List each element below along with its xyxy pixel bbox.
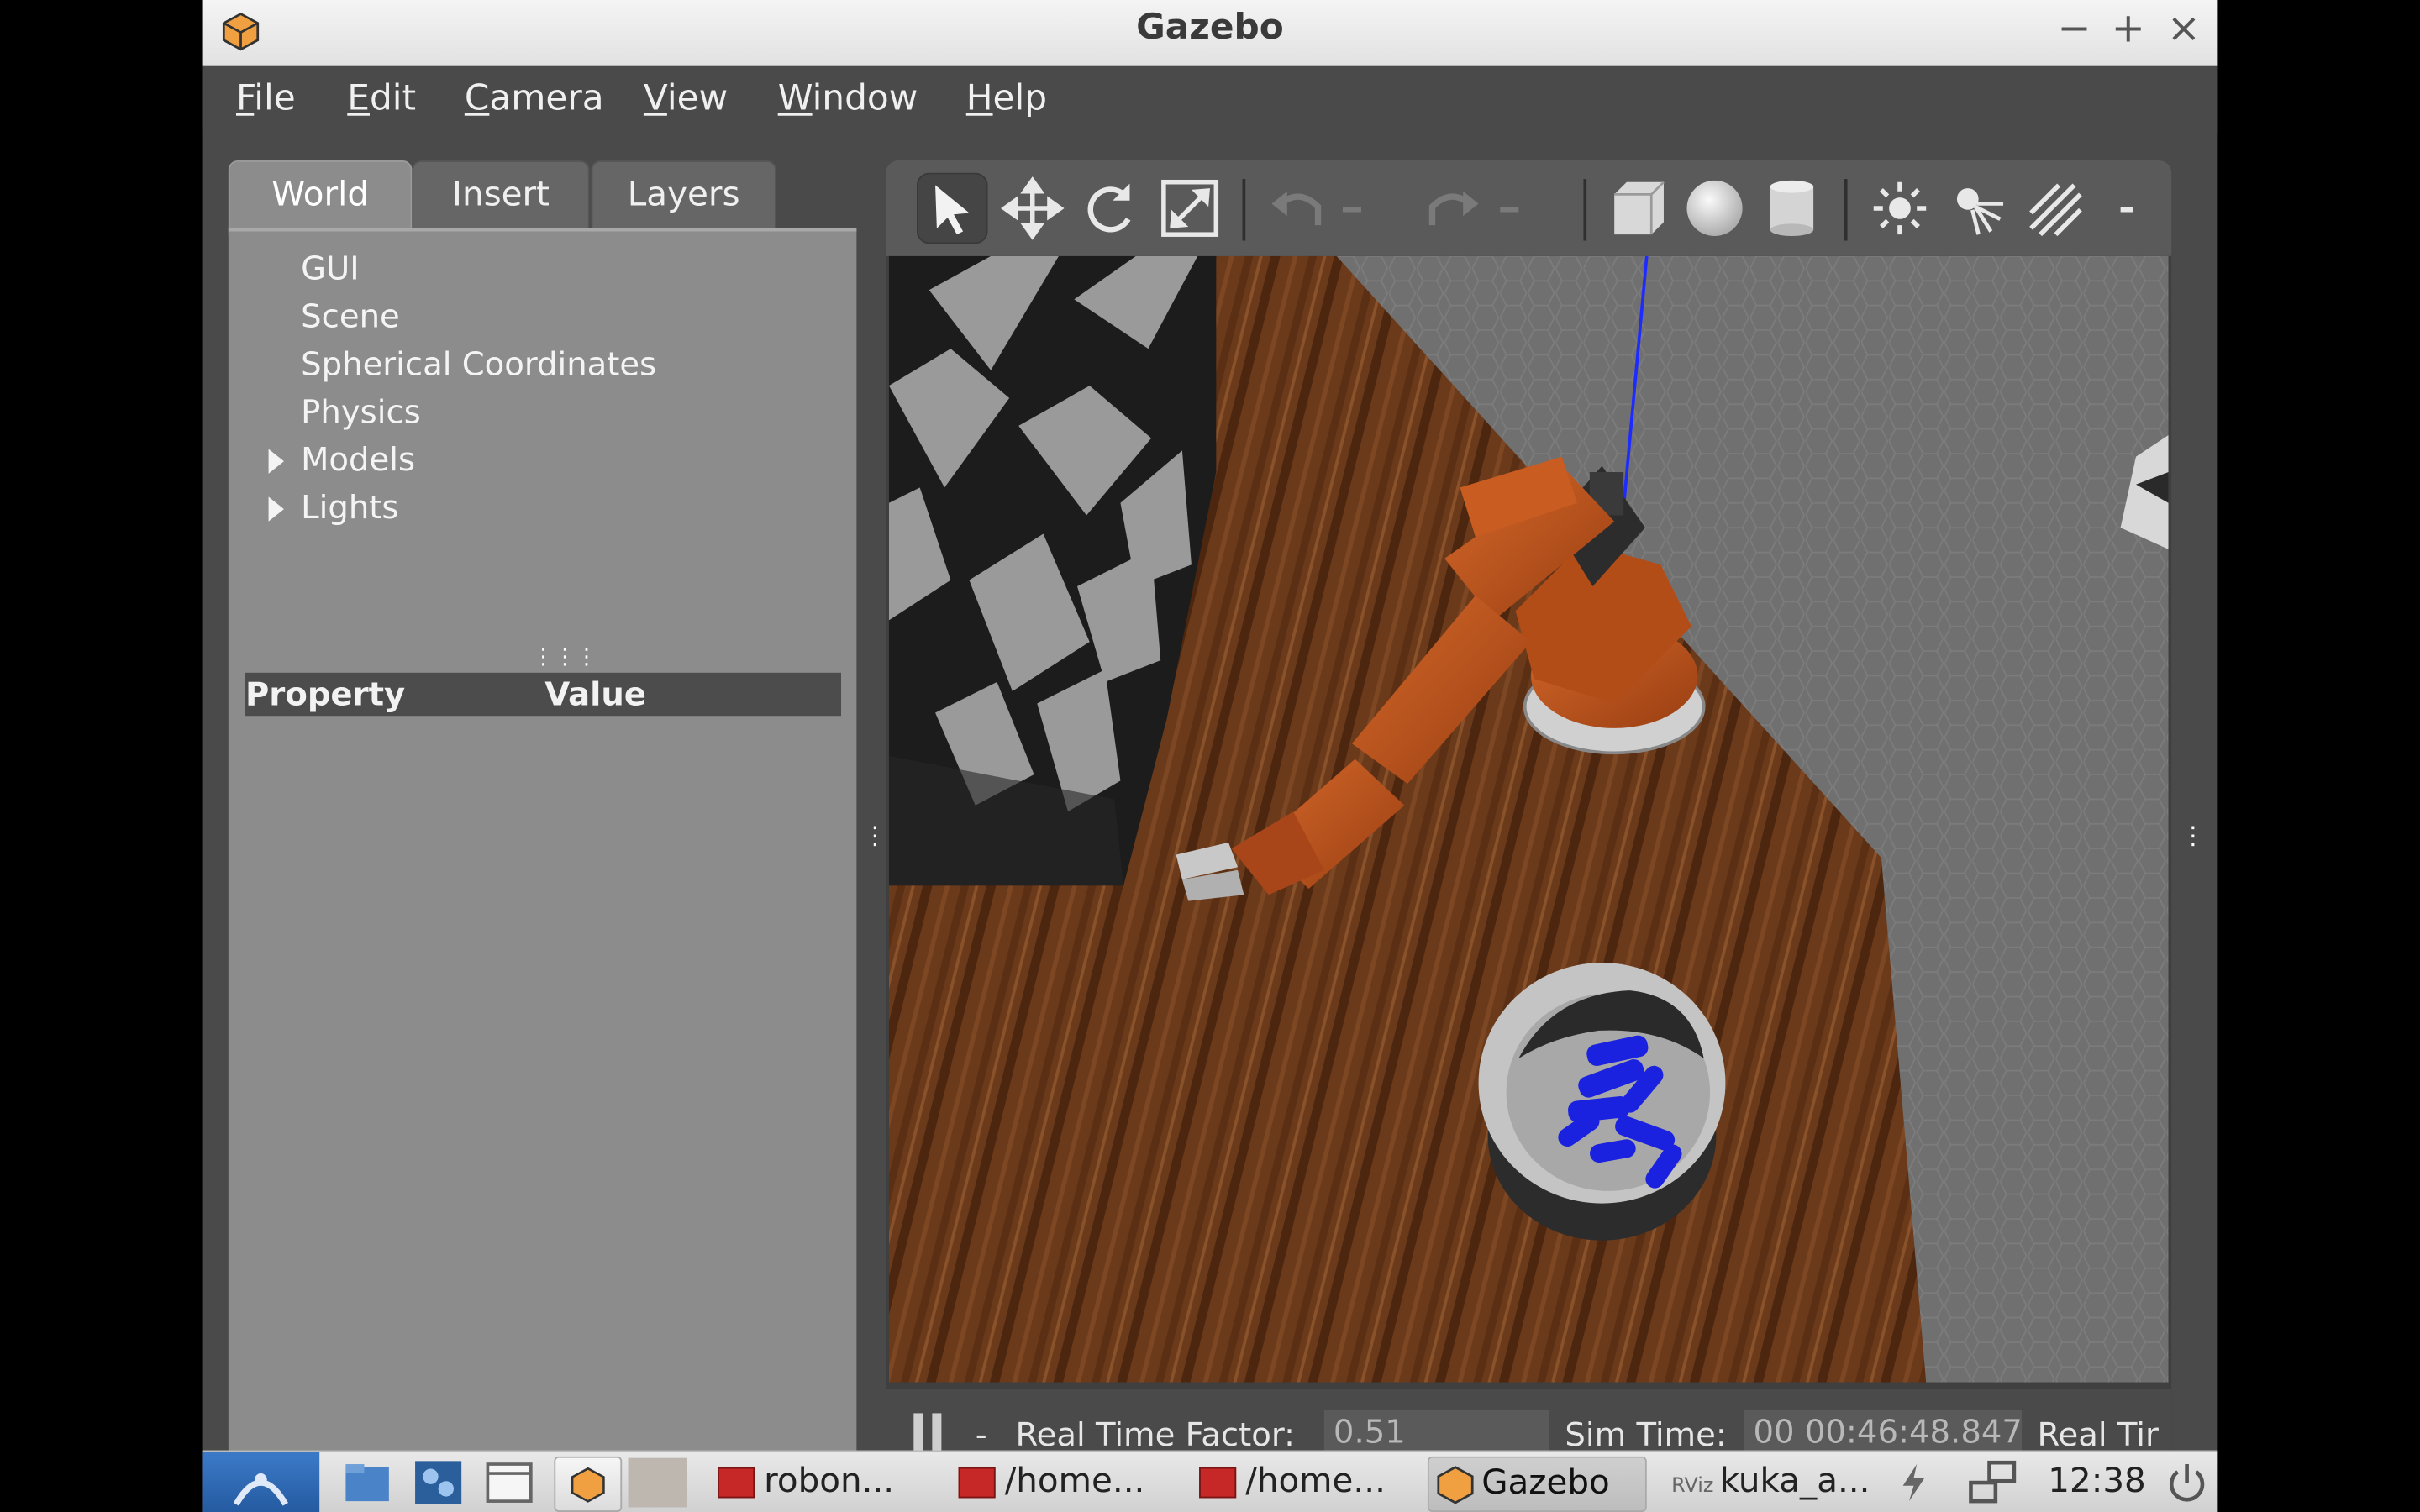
taskbar-item-label: /home...: [1245, 1462, 1386, 1502]
right-splitter-handle[interactable]: ⋮: [2181, 821, 2205, 850]
scale-icon[interactable]: [1155, 173, 1225, 244]
start-menu-button[interactable]: [202, 1452, 320, 1512]
menu-bar: File Edit Camera View Window Help: [202, 66, 2218, 134]
menu-file-label: ile: [254, 78, 296, 119]
taskbar: robon... /home... /home... Gazebo RViz ku…: [202, 1450, 2218, 1512]
undo-icon[interactable]: [1262, 173, 1333, 244]
real-time-label: Real Tir: [2037, 1416, 2159, 1454]
rviz-icon: RViz: [1671, 1474, 1714, 1499]
taskbar-item-label: Gazebo: [1481, 1464, 1610, 1503]
expand-lights-icon[interactable]: [268, 496, 284, 522]
tree-item-physics[interactable]: Physics: [301, 393, 421, 430]
network-status-icon[interactable]: [1965, 1458, 2020, 1508]
menu-view[interactable]: View: [644, 79, 728, 119]
rtf-value: 0.51: [1323, 1410, 1550, 1454]
tab-world[interactable]: World: [228, 160, 413, 237]
tree-item-scene[interactable]: Scene: [301, 297, 400, 334]
power-off-icon[interactable]: [2165, 1461, 2208, 1504]
expand-models-icon[interactable]: [268, 449, 284, 474]
world-panel: GUI Scene Spherical Coordinates Physics …: [228, 228, 857, 1466]
box-shape-icon[interactable]: [1602, 173, 1672, 244]
empty-launcher-slot[interactable]: [628, 1457, 687, 1508]
taskbar-item-kuka[interactable]: RViz kuka_a...: [1671, 1457, 1870, 1509]
redo-icon[interactable]: [1417, 173, 1487, 244]
menu-edit-label: dit: [369, 78, 417, 119]
redo-dropdown-icon[interactable]: [1491, 173, 1528, 244]
point-light-icon[interactable]: [1865, 173, 1935, 244]
scene-render[interactable]: [888, 255, 2169, 1383]
file-manager-icon[interactable]: [341, 1458, 393, 1508]
taskbar-item-label: /home...: [1004, 1462, 1145, 1502]
window-title: Gazebo: [1136, 8, 1284, 48]
tab-insert[interactable]: Insert: [412, 160, 590, 232]
bin-with-cylinders[interactable]: [1478, 963, 1726, 1241]
show-desktop-icon[interactable]: [483, 1458, 535, 1508]
undo-dropdown-icon[interactable]: [1334, 173, 1370, 244]
menu-help[interactable]: Help: [966, 79, 1047, 119]
menu-window-mnemonic: W: [777, 78, 813, 119]
menu-file[interactable]: File: [236, 79, 296, 119]
taskbar-item-home-1[interactable]: /home...: [958, 1457, 1145, 1509]
pinned-gazebo-launcher[interactable]: [554, 1456, 623, 1512]
rtf-label: Real Time Factor:: [1015, 1416, 1296, 1454]
clock[interactable]: 12:38: [2048, 1457, 2145, 1509]
taskbar-item-robon[interactable]: robon...: [718, 1457, 894, 1509]
viewport-toolbar: [886, 160, 2172, 256]
menu-edit-mnemonic: E: [347, 78, 370, 119]
value-column-header[interactable]: Value: [544, 673, 646, 716]
toolbar-overflow-icon[interactable]: [2108, 173, 2145, 244]
toolbar-separator: [1242, 179, 1246, 241]
sim-time-value: 00 00:46:48.847: [1744, 1410, 2023, 1454]
toolbar-separator: [1583, 179, 1587, 241]
menu-camera-mnemonic: C: [464, 78, 490, 119]
render-viewport[interactable]: - Real Time Factor: 0.51 Sim Time: 00 00…: [886, 160, 2172, 1466]
directional-light-icon[interactable]: [2018, 173, 2089, 244]
step-indicator: -: [975, 1416, 987, 1454]
tree-item-gui[interactable]: GUI: [301, 250, 360, 287]
spot-light-icon[interactable]: [1942, 173, 2012, 244]
tree-item-models[interactable]: Models: [301, 441, 415, 478]
taskbar-item-label: robon...: [764, 1462, 895, 1502]
menu-camera-label: amera: [489, 78, 604, 119]
property-column-header[interactable]: Property: [245, 673, 405, 716]
menu-window[interactable]: Window: [778, 79, 918, 119]
close-button[interactable]: ×: [2160, 6, 2207, 52]
power-manager-icon[interactable]: [1897, 1461, 1930, 1504]
network-app-icon[interactable]: [412, 1458, 464, 1508]
menu-file-mnemonic: F: [236, 78, 255, 119]
menu-camera[interactable]: Camera: [465, 79, 604, 119]
gazebo-taskbar-icon: [1437, 1466, 1474, 1504]
rotate-icon[interactable]: [1074, 173, 1144, 244]
translate-icon[interactable]: [997, 173, 1068, 244]
minimize-button[interactable]: −: [2051, 6, 2097, 52]
left-splitter-handle[interactable]: ⋮: [863, 821, 887, 850]
terminal-icon: [1199, 1467, 1237, 1499]
tree-item-lights[interactable]: Lights: [301, 489, 398, 526]
menu-help-label: elp: [992, 78, 1048, 119]
terminal-icon: [958, 1467, 996, 1499]
start-logo-icon: [233, 1473, 288, 1506]
menu-view-label: iew: [666, 78, 729, 119]
sphere-shape-icon[interactable]: [1679, 173, 1749, 244]
taskbar-item-label: kuka_a...: [1719, 1462, 1870, 1502]
tab-layers[interactable]: Layers: [591, 160, 776, 232]
menu-help-mnemonic: H: [965, 78, 993, 119]
sim-time-label: Sim Time:: [1565, 1416, 1727, 1454]
select-arrow-icon[interactable]: [916, 172, 988, 244]
terminal-icon: [718, 1467, 755, 1499]
taskbar-item-home-2[interactable]: /home...: [1199, 1457, 1386, 1509]
gazebo-launcher-icon: [571, 1467, 605, 1503]
menu-view-mnemonic: V: [643, 78, 667, 119]
tree-item-spherical-coordinates[interactable]: Spherical Coordinates: [301, 345, 656, 382]
menu-window-label: indow: [812, 78, 918, 119]
maximize-button[interactable]: +: [2105, 6, 2151, 52]
gazebo-window: Gazebo − + × File Edit Camera View Windo…: [202, 0, 2218, 1466]
title-bar[interactable]: Gazebo − + ×: [202, 0, 2218, 66]
taskbar-item-gazebo[interactable]: Gazebo: [1427, 1456, 1647, 1512]
menu-edit[interactable]: Edit: [347, 79, 416, 119]
property-table-header: Property Value: [245, 672, 842, 717]
panel-split-handle[interactable]: ⋮⋮⋮: [533, 645, 597, 669]
toolbar-separator: [1844, 179, 1848, 241]
cylinder-shape-icon[interactable]: [1756, 173, 1827, 244]
